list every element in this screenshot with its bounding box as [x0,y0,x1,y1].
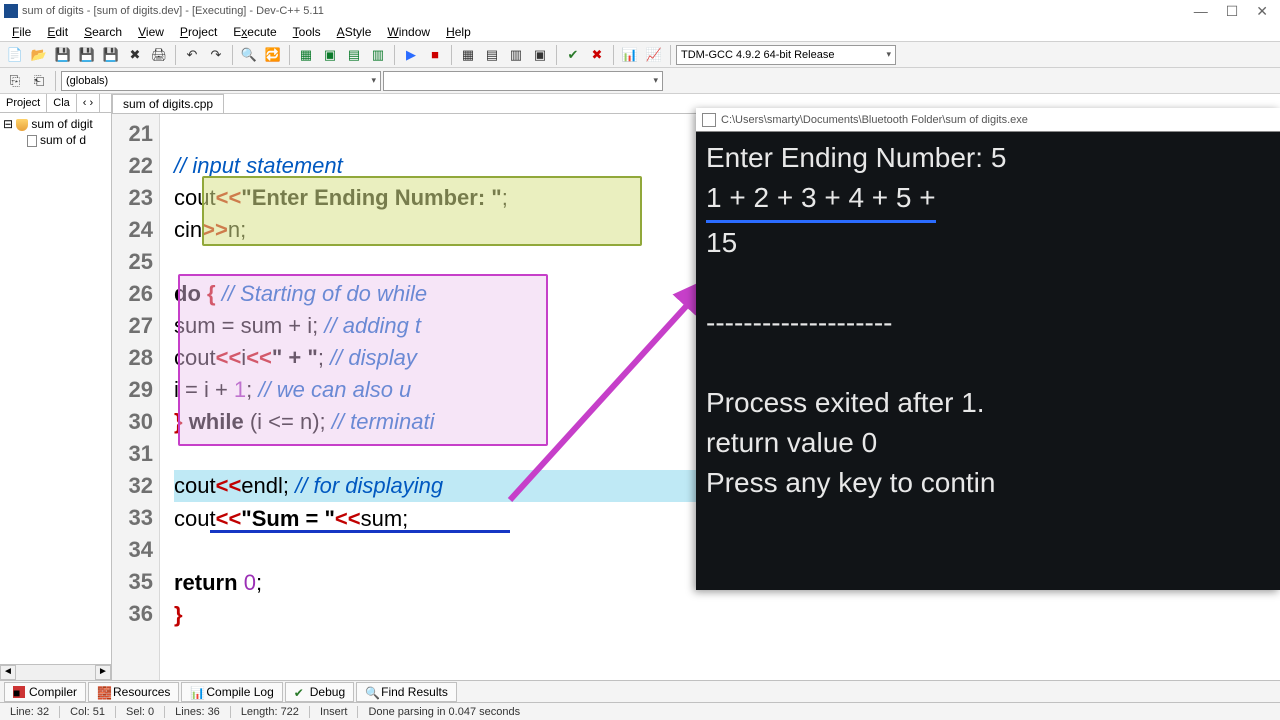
menu-help[interactable]: Help [438,23,479,41]
menu-view[interactable]: View [130,23,172,41]
project-tree[interactable]: ⊟ sum of digit sum of d [0,113,111,664]
side-tab-classes[interactable]: Cla [47,94,77,112]
debug-start-icon[interactable]: ▶ [400,44,422,66]
scroll-right-icon[interactable]: ► [95,665,111,680]
file-icon [27,135,37,147]
tab-compile-log[interactable]: 📊Compile Log [181,682,282,702]
underline-sum [210,530,510,533]
profile-icon[interactable]: 📊 [619,44,641,66]
tab-resources[interactable]: 🧱Resources [88,682,179,702]
project-icon [16,119,28,131]
save-icon[interactable]: 💾 [52,44,74,66]
status-length: Length: 722 [231,706,310,718]
replace-icon[interactable]: 🔁 [262,44,284,66]
status-col: Col: 51 [60,706,116,718]
window-cascade-icon[interactable]: ▥ [505,44,527,66]
status-mode: Insert [310,706,359,718]
menu-bar: File Edit Search View Project Execute To… [0,22,1280,42]
console-window[interactable]: C:\Users\smarty\Documents\Bluetooth Fold… [696,108,1280,590]
tab-debug[interactable]: ✔Debug [285,682,354,702]
debug-stop-icon[interactable]: ■ [424,44,446,66]
menu-tools[interactable]: Tools [285,23,329,41]
members-combo[interactable] [383,71,663,91]
compile-run-icon[interactable]: ▤ [343,44,365,66]
toolbar-class: ⎘ ⎗ (globals) [0,68,1280,94]
goto-func-icon[interactable]: ⎘ [4,70,26,92]
app-icon [4,4,18,18]
highlight-input-box [202,176,642,246]
console-title: C:\Users\smarty\Documents\Bluetooth Fold… [721,114,1028,126]
side-scrollbar[interactable]: ◄ ► [0,664,111,680]
menu-project[interactable]: Project [172,23,225,41]
close-button[interactable]: ✕ [1256,3,1268,20]
goto-decl-icon[interactable]: ⎗ [28,70,50,92]
line-gutter: 21222324252627282930313233343536 [112,114,160,680]
run-icon[interactable]: ▣ [319,44,341,66]
window-title: sum of digits - [sum of digits.dev] - [E… [22,5,324,17]
window-tile-icon[interactable]: ▤ [481,44,503,66]
menu-window[interactable]: Window [379,23,438,41]
status-bar: Line: 32 Col: 51 Sel: 0 Lines: 36 Length… [0,702,1280,720]
debug-icon: ✔ [294,686,306,698]
line-36: } [174,599,1280,631]
status-lines: Lines: 36 [165,706,231,718]
print-icon[interactable]: 🖨 [148,44,170,66]
find-results-icon: 🔍 [365,686,377,698]
tree-file[interactable]: sum of d [3,132,108,148]
save-all-icon[interactable]: 💾 [76,44,98,66]
console-titlebar[interactable]: C:\Users\smarty\Documents\Bluetooth Fold… [696,108,1280,132]
status-line: Line: 32 [0,706,60,718]
side-panel: Project Cla ‹ › ⊟ sum of digit sum of d … [0,94,112,680]
window-grid-icon[interactable]: ▦ [457,44,479,66]
menu-astyle[interactable]: AStyle [329,23,380,41]
compile-icon[interactable]: ▦ [295,44,317,66]
maximize-button[interactable]: ☐ [1226,3,1239,20]
status-parse: Done parsing in 0.047 seconds [358,706,530,718]
highlight-dowhile-box [178,274,548,446]
redo-icon[interactable]: ↷ [205,44,227,66]
menu-file[interactable]: File [4,23,39,41]
window-titlebar: sum of digits - [sum of digits.dev] - [E… [0,0,1280,22]
side-tab-more[interactable]: ‹ › [77,94,100,112]
console-icon [702,113,716,127]
save-as-icon[interactable]: 💾 [100,44,122,66]
globals-combo[interactable]: (globals) [61,71,381,91]
file-tab-active[interactable]: sum of digits.cpp [112,94,224,113]
tab-compiler[interactable]: ■Compiler [4,682,86,702]
cancel-icon[interactable]: ✖ [586,44,608,66]
rebuild-icon[interactable]: ▥ [367,44,389,66]
window-controls: — ☐ ✕ [1194,3,1276,20]
compiler-icon: ■ [13,686,25,698]
scroll-left-icon[interactable]: ◄ [0,665,16,680]
minimize-button[interactable]: — [1194,3,1208,20]
open-icon[interactable]: 📂 [28,44,50,66]
toolbar-main: 📄 📂 💾 💾 💾 ✖ 🖨 ↶ ↷ 🔍 🔁 ▦ ▣ ▤ ▥ ▶ ■ ▦ ▤ ▥ … [0,42,1280,68]
close-file-icon[interactable]: ✖ [124,44,146,66]
chart-icon[interactable]: 📈 [643,44,665,66]
side-tabs: Project Cla ‹ › [0,94,111,113]
find-icon[interactable]: 🔍 [238,44,260,66]
new-file-icon[interactable]: 📄 [4,44,26,66]
tree-root[interactable]: ⊟ sum of digit [3,116,108,132]
bottom-tabs: ■Compiler 🧱Resources 📊Compile Log ✔Debug… [0,680,1280,702]
window-full-icon[interactable]: ▣ [529,44,551,66]
log-icon: 📊 [190,686,202,698]
compiler-combo[interactable]: TDM-GCC 4.9.2 64-bit Release [676,45,896,65]
tab-find-results[interactable]: 🔍Find Results [356,682,457,702]
menu-edit[interactable]: Edit [39,23,76,41]
menu-execute[interactable]: Execute [225,23,284,41]
check-icon[interactable]: ✔ [562,44,584,66]
status-sel: Sel: 0 [116,706,165,718]
resources-icon: 🧱 [97,686,109,698]
menu-search[interactable]: Search [76,23,130,41]
side-tab-project[interactable]: Project [0,94,47,112]
undo-icon[interactable]: ↶ [181,44,203,66]
console-output: Enter Ending Number: 5 1 + 2 + 3 + 4 + 5… [696,132,1280,509]
